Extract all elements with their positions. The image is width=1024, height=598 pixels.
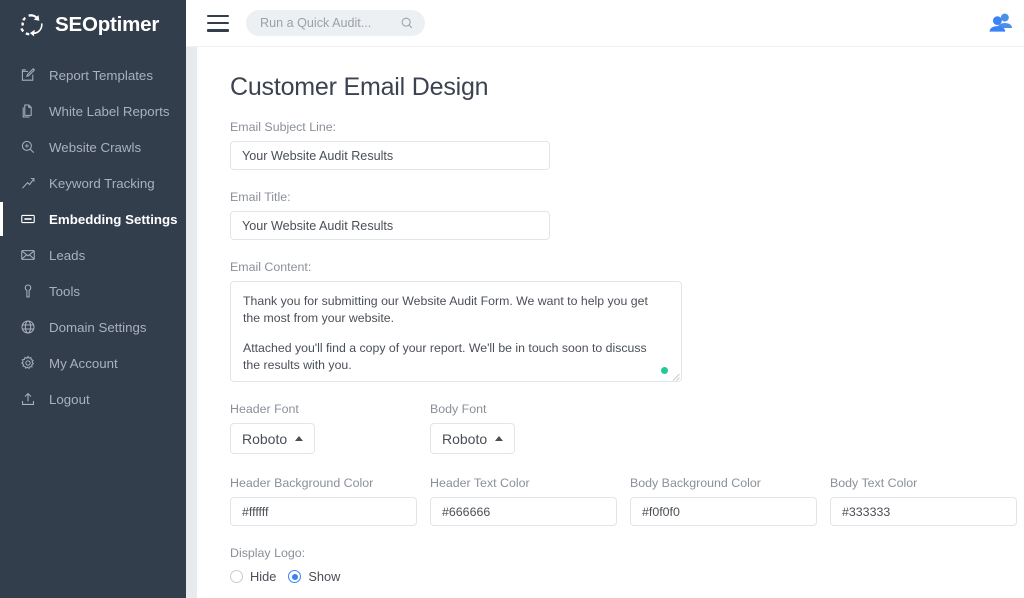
display-logo-radio-group: Hide Show	[230, 569, 1024, 584]
header-bg-color-block: Header Background Color #ffffff	[230, 476, 430, 526]
wrench-icon	[19, 283, 36, 300]
header-font-label: Header Font	[230, 402, 430, 416]
body-bg-color-block: Body Background Color #f0f0f0	[630, 476, 830, 526]
sidebar-item-tools[interactable]: Tools	[0, 273, 186, 309]
search-input[interactable]: Run a Quick Audit...	[246, 10, 425, 36]
color-row: Header Background Color #ffffff Header T…	[230, 476, 1024, 526]
app-root: SEOptimer Report Templates	[0, 0, 1024, 598]
sidebar-item-label: My Account	[49, 356, 118, 371]
sidebar-item-label: Website Crawls	[49, 140, 141, 155]
font-row: Header Font Roboto Body Font Roboto	[230, 402, 1024, 454]
page-title: Customer Email Design	[230, 73, 1024, 102]
globe-icon	[19, 319, 36, 336]
refresh-gear-icon	[18, 11, 46, 39]
body-text-color-block: Body Text Color #333333	[830, 476, 1024, 526]
envelope-icon	[19, 247, 36, 264]
email-content-label: Email Content:	[230, 260, 1024, 274]
email-title-input[interactable]: Your Website Audit Results	[230, 211, 550, 240]
display-logo-option-show[interactable]: Show	[288, 569, 340, 584]
display-logo-option-label: Hide	[250, 569, 276, 584]
body-text-color-label: Body Text Color	[830, 476, 1024, 490]
status-dot	[661, 367, 668, 374]
search-icon	[400, 16, 414, 30]
search-circle-icon	[19, 139, 36, 156]
sidebar-item-report-templates[interactable]: Report Templates	[0, 57, 186, 93]
sidebar-item-embedding-settings[interactable]: Embedding Settings	[0, 201, 186, 237]
body-font-value: Roboto	[442, 431, 487, 447]
sidebar-item-logout[interactable]: Logout	[0, 381, 186, 417]
header-font-dropdown[interactable]: Roboto	[230, 423, 315, 454]
chevron-up-icon	[495, 436, 503, 441]
header-bg-color-input[interactable]: #ffffff	[230, 497, 417, 526]
chevron-up-icon	[295, 436, 303, 441]
sidebar: SEOptimer Report Templates	[0, 0, 186, 598]
resize-handle-icon[interactable]	[669, 369, 680, 380]
header-font-block: Header Font Roboto	[230, 402, 430, 454]
sidebar-item-keyword-tracking[interactable]: Keyword Tracking	[0, 165, 186, 201]
display-logo-label: Display Logo:	[230, 546, 1024, 560]
trend-line-icon	[19, 175, 36, 192]
body-bg-color-input[interactable]: #f0f0f0	[630, 497, 817, 526]
email-content-paragraph-1: Thank you for submitting our Website Aud…	[243, 293, 667, 328]
header-text-color-block: Header Text Color #666666	[430, 476, 630, 526]
brand-logo-area[interactable]: SEOptimer	[0, 0, 186, 50]
copy-pages-icon	[19, 103, 36, 120]
email-subject-input[interactable]: Your Website Audit Results	[230, 141, 550, 170]
header-text-color-label: Header Text Color	[430, 476, 630, 490]
sidebar-item-leads[interactable]: Leads	[0, 237, 186, 273]
email-title-label: Email Title:	[230, 190, 1024, 204]
upload-exit-icon	[19, 391, 36, 408]
sidebar-item-label: Logout	[49, 392, 90, 407]
display-logo-block: Display Logo: Hide Show	[230, 546, 1024, 584]
main-region: Run a Quick Audit...	[186, 0, 1024, 598]
sidebar-item-label: Leads	[49, 248, 85, 263]
header-text-color-input[interactable]: #666666	[430, 497, 617, 526]
email-subject-label: Email Subject Line:	[230, 120, 1024, 134]
display-logo-option-label: Show	[308, 569, 340, 584]
display-logo-option-hide[interactable]: Hide	[230, 569, 276, 584]
sidebar-item-label: White Label Reports	[49, 104, 169, 119]
sidebar-item-white-label-reports[interactable]: White Label Reports	[0, 93, 186, 129]
radio-unchecked-icon[interactable]	[230, 570, 243, 583]
body-font-label: Body Font	[430, 402, 630, 416]
content-wrap: Customer Email Design Email Subject Line…	[186, 47, 1024, 598]
hamburger-icon[interactable]	[207, 15, 229, 32]
sidebar-item-website-crawls[interactable]: Website Crawls	[0, 129, 186, 165]
brand-name: SEOptimer	[55, 13, 159, 37]
header-bg-color-label: Header Background Color	[230, 476, 430, 490]
sidebar-item-label: Report Templates	[49, 68, 153, 83]
email-content-block: Email Content: Thank you for submitting …	[230, 260, 1024, 382]
email-subject-block: Email Subject Line: Your Website Audit R…	[230, 120, 1024, 170]
content-scrollbar[interactable]	[186, 47, 197, 598]
sidebar-item-domain-settings[interactable]: Domain Settings	[0, 309, 186, 345]
email-content-textarea[interactable]: Thank you for submitting our Website Aud…	[230, 281, 682, 382]
email-title-block: Email Title: Your Website Audit Results	[230, 190, 1024, 240]
sidebar-nav: Report Templates White Label Reports	[0, 57, 186, 417]
sidebar-item-label: Domain Settings	[49, 320, 147, 335]
sidebar-item-label: Tools	[49, 284, 80, 299]
gear-icon	[19, 355, 36, 372]
sidebar-item-my-account[interactable]: My Account	[0, 345, 186, 381]
body-font-dropdown[interactable]: Roboto	[430, 423, 515, 454]
embed-box-icon	[19, 211, 36, 228]
radio-checked-icon[interactable]	[288, 570, 301, 583]
email-content-paragraph-2: Attached you'll find a copy of your repo…	[243, 340, 667, 375]
header-font-value: Roboto	[242, 431, 287, 447]
edit-square-icon	[19, 67, 36, 84]
sidebar-item-label: Keyword Tracking	[49, 176, 155, 191]
content-area: Customer Email Design Email Subject Line…	[197, 47, 1024, 598]
topbar: Run a Quick Audit...	[186, 0, 1024, 47]
users-icon[interactable]	[988, 10, 1014, 36]
body-text-color-input[interactable]: #333333	[830, 497, 1017, 526]
body-font-block: Body Font Roboto	[430, 402, 630, 454]
search-input-value: Run a Quick Audit...	[260, 16, 400, 30]
sidebar-item-label: Embedding Settings	[49, 212, 178, 227]
body-bg-color-label: Body Background Color	[630, 476, 830, 490]
